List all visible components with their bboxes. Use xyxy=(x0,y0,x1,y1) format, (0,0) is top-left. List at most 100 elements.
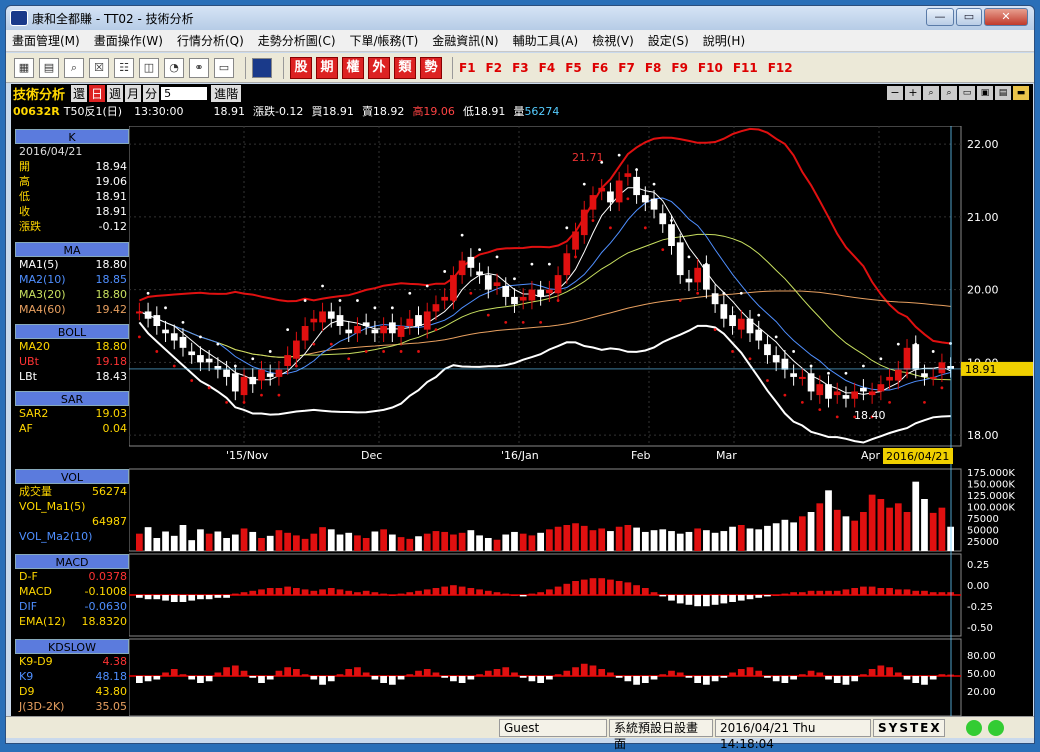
macd-bar xyxy=(441,586,449,595)
options-button[interactable]: 權 xyxy=(342,56,364,79)
print-icon[interactable]: ▤ xyxy=(995,86,1011,100)
candle xyxy=(450,275,457,301)
chart-canvas[interactable]: 21.7118.40 22.0021.0020.0019.0018.0018.9… xyxy=(129,126,1033,716)
pie-icon[interactable]: ◔ xyxy=(164,57,184,78)
chat-icon[interactable]: ▭ xyxy=(959,86,975,100)
print-icon[interactable]: ▤ xyxy=(39,57,59,78)
title-bar[interactable]: 康和全都賺 - TT02 - 技術分析 — ▭ ✕ xyxy=(6,6,1034,30)
futures-button[interactable]: 期 xyxy=(316,56,338,79)
menu-screen-ops[interactable]: 畫面操作(W) xyxy=(94,32,163,49)
vol-ma1-row: VOL_Ma1(5) xyxy=(19,500,86,513)
sar-dot xyxy=(268,350,272,353)
menu-screen-mgmt[interactable]: 畫面管理(M) xyxy=(12,32,80,49)
f12-key[interactable]: F12 xyxy=(768,61,793,75)
vol-panel: VOL 成交量 56274 VOL_Ma1(5) 64987 VOL_Ma2(10… xyxy=(15,469,129,544)
volume-bar xyxy=(851,520,859,551)
quote-bid: 買18.91 xyxy=(311,105,354,118)
menu-help[interactable]: 說明(H) xyxy=(703,32,745,49)
macd-bar xyxy=(746,595,754,600)
sector-button[interactable]: 類 xyxy=(394,56,416,79)
date-axis-label: Apr xyxy=(861,449,881,462)
magnifier-icon[interactable]: ⌕ xyxy=(923,86,939,100)
macd-bar xyxy=(685,595,693,605)
volume-bar xyxy=(729,526,736,551)
menu-tools[interactable]: 輔助工具(A) xyxy=(513,32,579,49)
tab-week[interactable]: 週 xyxy=(107,84,124,102)
ma-panel-header[interactable]: MA xyxy=(15,242,129,257)
tab-restore[interactable]: 還 xyxy=(71,84,88,102)
kd-axis-label: 50.00 xyxy=(967,669,996,680)
volume-axis-label: 75000 xyxy=(967,514,999,525)
zoom-out-icon[interactable]: − xyxy=(887,86,903,100)
date-axis-label: Mar xyxy=(716,449,737,462)
f1-key[interactable]: F1 xyxy=(459,61,476,75)
kd-bar xyxy=(668,670,675,676)
tab-month[interactable]: 月 xyxy=(125,84,142,102)
volume-bar xyxy=(554,526,562,551)
f11-key[interactable]: F11 xyxy=(733,61,758,75)
volume-bar xyxy=(467,530,475,551)
magnifier-plus-icon[interactable]: ⌕ xyxy=(941,86,957,100)
f3-key[interactable]: F3 xyxy=(512,61,529,75)
sar-dot xyxy=(504,320,508,324)
vol-panel-header[interactable]: VOL xyxy=(15,469,129,484)
candle xyxy=(179,336,187,348)
split-icon[interactable]: ◫ xyxy=(139,57,159,78)
menu-view[interactable]: 檢視(V) xyxy=(592,32,634,49)
close-button[interactable]: ✕ xyxy=(984,8,1028,26)
macd-bar xyxy=(851,588,859,595)
candle xyxy=(886,376,893,381)
close-window-icon[interactable]: ☒ xyxy=(89,57,109,78)
f7-key[interactable]: F7 xyxy=(618,61,635,75)
d9-row: D9 43.80 xyxy=(19,685,127,698)
candle xyxy=(572,231,579,250)
menu-settings[interactable]: 設定(S) xyxy=(648,32,689,49)
macd-panel-header[interactable]: MACD xyxy=(15,554,129,569)
sar-dot xyxy=(809,364,813,368)
advanced-button[interactable]: 進階 xyxy=(211,84,242,102)
menu-quotes[interactable]: 行情分析(Q) xyxy=(177,32,244,49)
menu-finance-info[interactable]: 金融資訊(N) xyxy=(432,32,498,49)
f5-key[interactable]: F5 xyxy=(565,61,582,75)
foreign-button[interactable]: 外 xyxy=(368,56,390,79)
minimize-button[interactable]: — xyxy=(926,8,954,26)
f6-key[interactable]: F6 xyxy=(592,61,609,75)
macd-bar xyxy=(275,588,283,595)
ma4-row: MA4(60) 19.42 xyxy=(19,303,127,316)
macd-bar xyxy=(484,590,492,595)
zoom-in-icon[interactable]: + xyxy=(905,86,921,100)
ma3-row: MA3(20) 18.80 xyxy=(19,288,127,301)
folder-icon[interactable]: ▬ xyxy=(1013,86,1029,100)
date-axis-label: '15/Nov xyxy=(226,449,269,462)
brand-icon[interactable] xyxy=(252,57,272,78)
macd-bar xyxy=(633,585,640,595)
menu-orders[interactable]: 下單/帳務(T) xyxy=(350,32,419,49)
trend-button[interactable]: 勢 xyxy=(420,56,442,79)
kd-bar xyxy=(258,676,265,683)
f10-key[interactable]: F10 xyxy=(698,61,723,75)
k-panel-header[interactable]: K xyxy=(15,129,129,144)
sar-dot xyxy=(364,350,368,353)
period-select[interactable]: 5 xyxy=(161,86,208,100)
boll-panel-header[interactable]: BOLL xyxy=(15,324,129,339)
maximize-button[interactable]: ▭ xyxy=(956,8,982,26)
f4-key[interactable]: F4 xyxy=(539,61,556,75)
save-icon[interactable]: ▣ xyxy=(977,86,993,100)
vol-ma1-value-row: 64987 xyxy=(92,515,127,528)
search-icon[interactable]: ⌕ xyxy=(64,57,84,78)
tab-day[interactable]: 日 xyxy=(89,84,106,102)
window-icon[interactable]: ▭ xyxy=(214,57,234,78)
f8-key[interactable]: F8 xyxy=(645,61,662,75)
kd-bar xyxy=(310,676,318,680)
grid-icon[interactable]: ☷ xyxy=(114,57,134,78)
stock-button[interactable]: 股 xyxy=(290,56,312,79)
kd-panel-header[interactable]: KDSLOW xyxy=(15,639,129,654)
f2-key[interactable]: F2 xyxy=(486,61,503,75)
link-icon[interactable]: ⚭ xyxy=(189,57,209,78)
candle xyxy=(301,326,309,341)
menu-charts[interactable]: 走勢分析圖(C) xyxy=(258,32,336,49)
layout-icon[interactable]: ▦ xyxy=(14,57,34,78)
sar-panel-header[interactable]: SAR xyxy=(15,391,129,406)
tab-minute[interactable]: 分 xyxy=(143,84,160,102)
f9-key[interactable]: F9 xyxy=(671,61,688,75)
